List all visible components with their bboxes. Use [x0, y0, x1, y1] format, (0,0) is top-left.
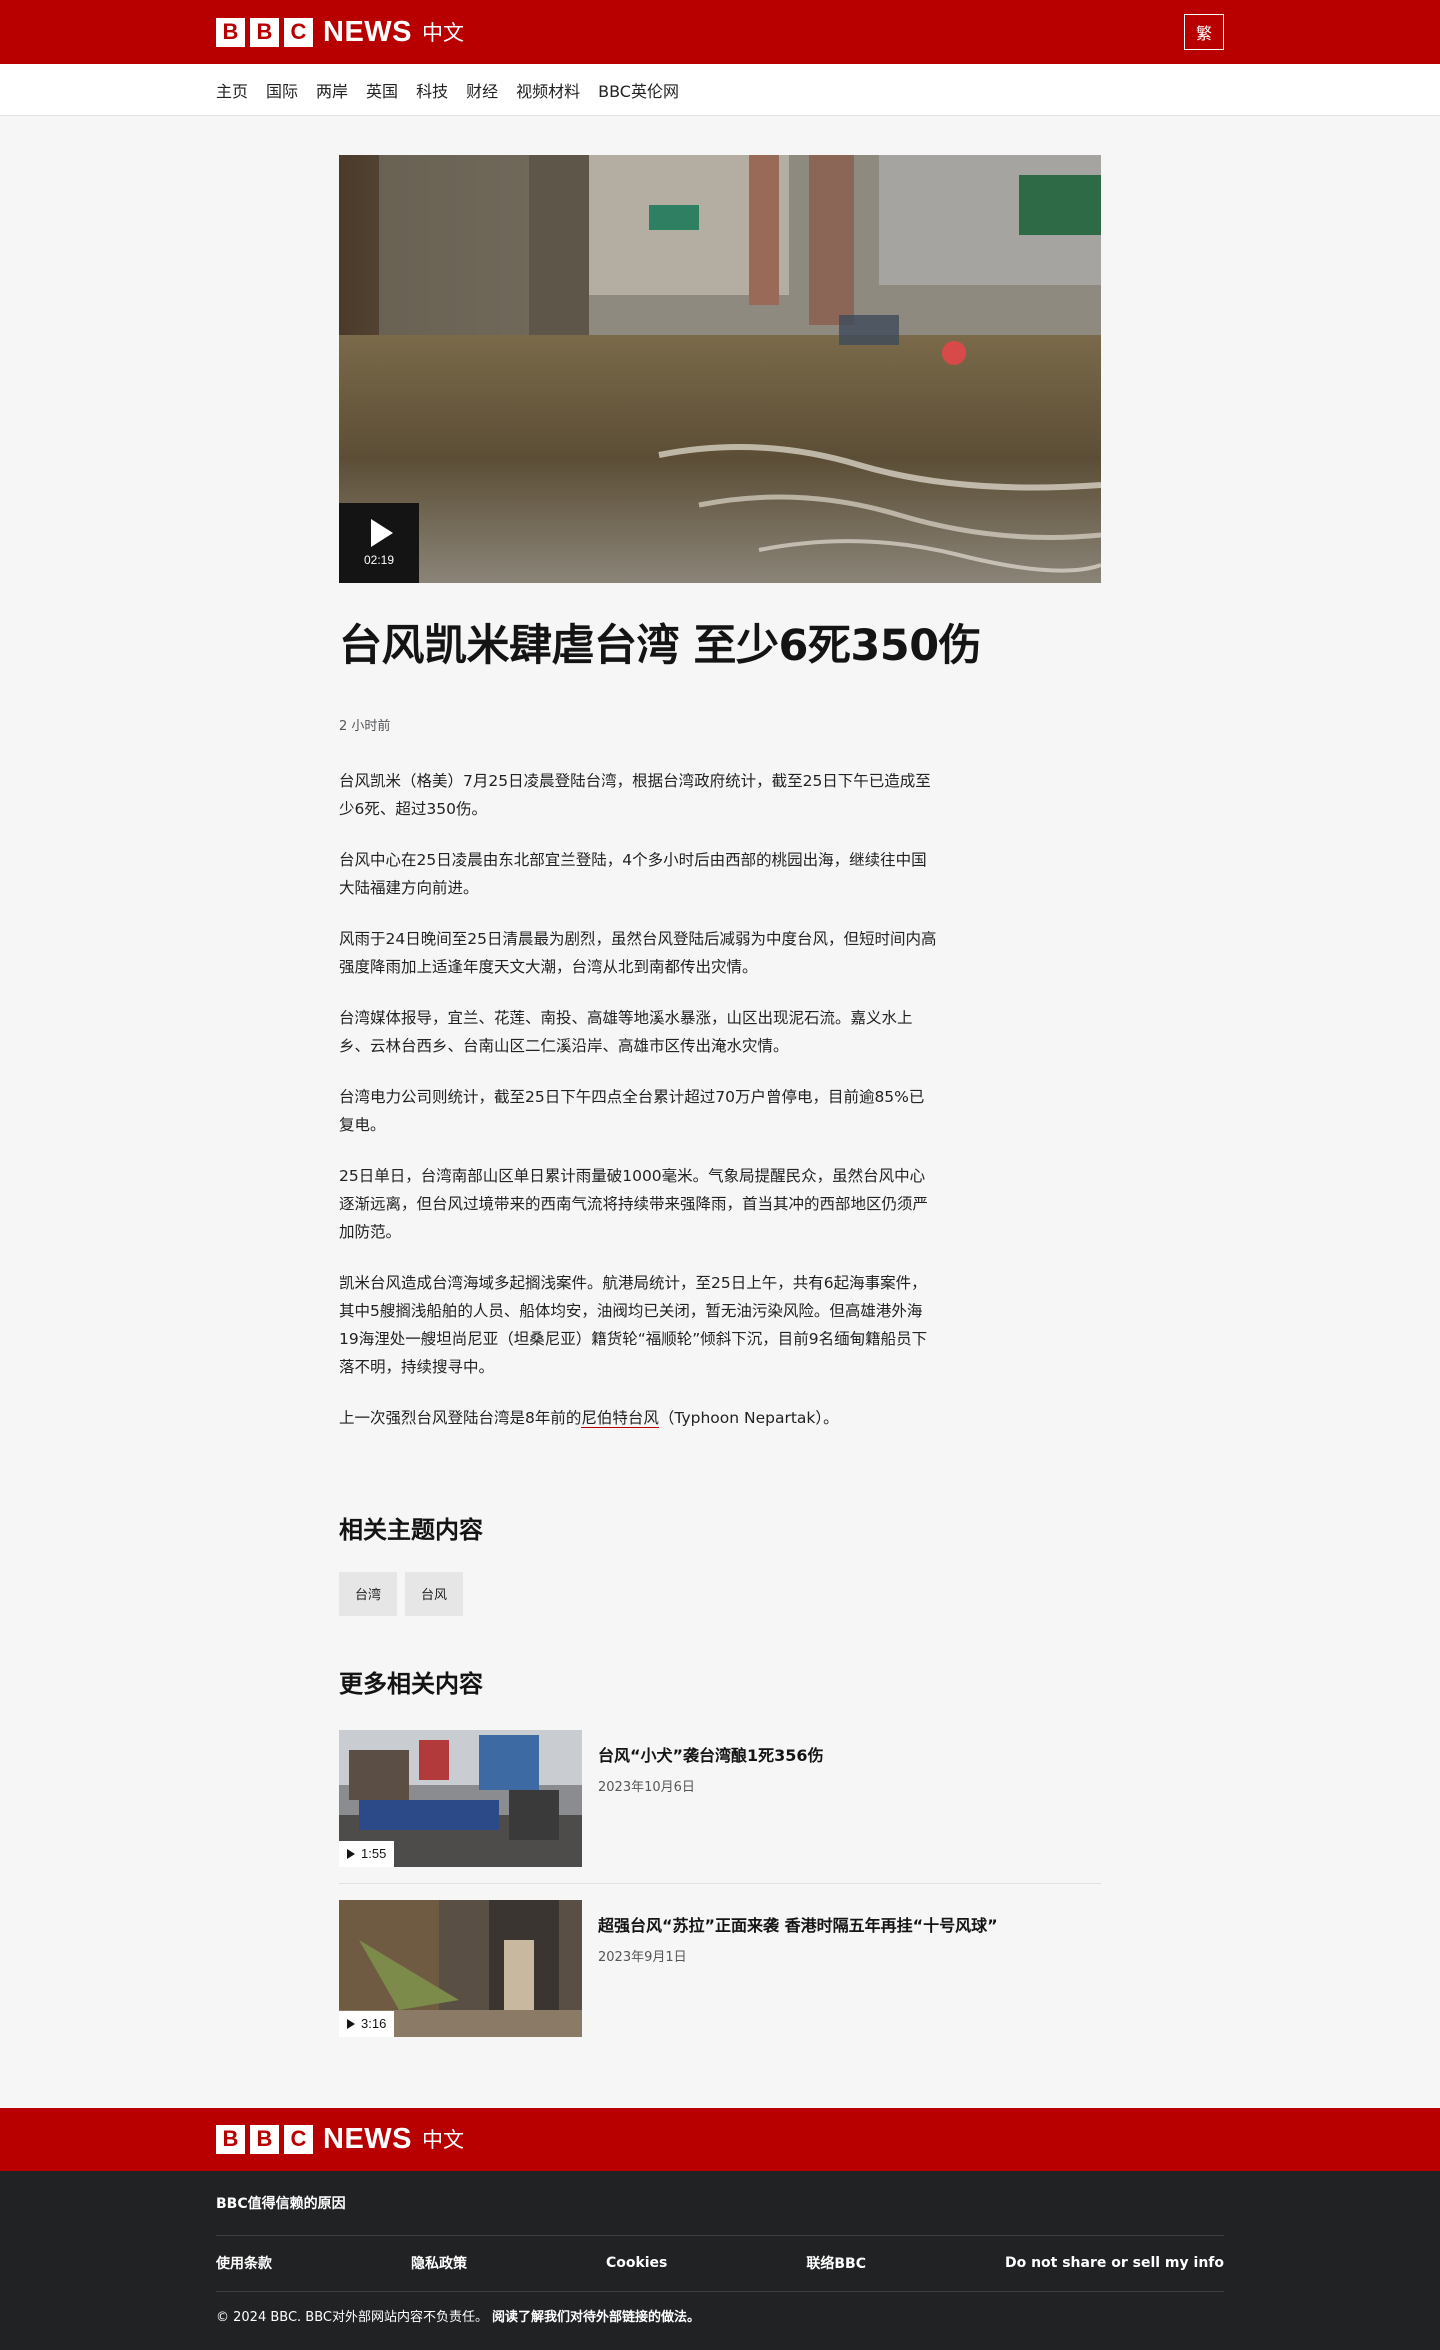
topic-tag-typhoon[interactable]: 台风	[405, 1571, 464, 1616]
paragraph-text: 上一次强烈台风登陆台湾是8年前的	[339, 1408, 582, 1427]
terms-link[interactable]: 使用条款	[216, 2253, 272, 2273]
brand-bar: B B C NEWS 中文 繁	[0, 0, 1440, 64]
story-duration: 3:16	[361, 2016, 387, 2032]
footer-bbc-news-logo[interactable]: B B C NEWS 中文	[216, 2123, 464, 2156]
article-paragraph: 凯米台风造成台湾海域多起搁浅案件。航港局统计，至25日上午，共有6起海事案件，其…	[339, 1273, 928, 1376]
privacy-link[interactable]: 隐私政策	[411, 2253, 467, 2273]
why-trust-bbc-link[interactable]: BBC值得信赖的原因	[216, 2171, 1224, 2236]
article-paragraph: 台湾媒体报导，宜兰、花莲、南投、高雄等地溪水暴涨，山区出现泥石流。嘉义水上乡、云…	[339, 1008, 913, 1055]
logo-news-word: NEWS	[323, 15, 412, 48]
article-paragraph: 风雨于24日晚间至25日清晨最为剧烈，虽然台风登陆后减弱为中度台风，但短时间内高…	[339, 929, 937, 976]
section-nav: 主页 国际 两岸 英国 科技 财经 视频材料 BBC英伦网	[0, 64, 1440, 116]
page-footer: B B C NEWS 中文 BBC值得信赖的原因 使用条款 隐私政策 Cooki…	[0, 2107, 1440, 2350]
related-story[interactable]: 3:16 超强台风“苏拉”正面来袭 香港时隔五年再挂“十号风球” 2023年9月…	[339, 1899, 1101, 2053]
logo-language: 中文	[422, 2128, 464, 2153]
nav-item-cross-strait[interactable]: 两岸	[316, 78, 348, 102]
contact-link[interactable]: 联络BBC	[806, 2253, 866, 2273]
story-title[interactable]: 台风“小犬”袭台湾酿1死356伤	[598, 1742, 824, 1766]
play-icon	[347, 1848, 355, 1859]
story-video-badge: 1:55	[339, 1840, 395, 1867]
play-icon	[347, 2018, 355, 2029]
paragraph-text: （Typhoon Nepartak）。	[658, 1408, 839, 1427]
nepartak-link[interactable]: 尼伯特台风	[581, 1408, 659, 1428]
logo-letter: B	[216, 17, 245, 47]
logo-letter: B	[250, 2124, 279, 2154]
article-timestamp: 2 小时前	[339, 718, 391, 734]
nav-item-tech[interactable]: 科技	[416, 78, 448, 102]
more-content-title: 更多相关内容	[339, 1669, 483, 1698]
story-thumbnail[interactable]: 3:16	[339, 1899, 582, 2037]
copyright-line: © 2024 BBC. BBC对外部网站内容不负责任。 阅读了解我们对待外部链接…	[216, 2292, 1224, 2340]
logo-letter: C	[284, 2124, 313, 2154]
topic-tags: 台湾 台风	[339, 1571, 1101, 1616]
footer-brand-bar: B B C NEWS 中文	[0, 2107, 1440, 2171]
related-topics-title: 相关主题内容	[339, 1515, 483, 1544]
video-duration: 02:19	[363, 553, 395, 567]
nav-item-business[interactable]: 财经	[466, 78, 498, 102]
footer-links-area: BBC值得信赖的原因 使用条款 隐私政策 Cookies 联络BBC Do no…	[0, 2170, 1440, 2350]
play-icon	[371, 519, 393, 547]
nav-item-uk[interactable]: 英国	[366, 78, 398, 102]
article-paragraph-last: 上一次强烈台风登陆台湾是8年前的尼伯特台风（Typhoon Nepartak）。	[339, 1404, 939, 1432]
topic-tag-taiwan[interactable]: 台湾	[339, 1571, 398, 1616]
logo-language: 中文	[422, 21, 464, 45]
hero-video[interactable]: 02:19	[339, 155, 1101, 583]
article-body: 台风凯米（格美）7月25日凌晨登陆台湾，根据台湾政府统计，截至25日下午已造成至…	[339, 767, 939, 1432]
footer-links: 使用条款 隐私政策 Cookies 联络BBC Do not share or …	[216, 2236, 1224, 2292]
video-play-button[interactable]: 02:19	[339, 503, 419, 583]
article-paragraph: 台风凯米（格美）7月25日凌晨登陆台湾，根据台湾政府统计，截至25日下午已造成至…	[339, 771, 931, 818]
cookies-link[interactable]: Cookies	[606, 2255, 667, 2271]
external-link-policy-link[interactable]: 阅读了解我们对待外部链接的做法。	[492, 2306, 700, 2325]
copyright-text: © 2024 BBC. BBC对外部网站内容不负责任。	[216, 2310, 488, 2326]
story-video-badge: 3:16	[339, 2010, 395, 2037]
story-date: 2023年10月6日	[598, 1779, 695, 1795]
traditional-script-toggle[interactable]: 繁	[1184, 14, 1224, 50]
related-stories: 1:55 台风“小犬”袭台湾酿1死356伤 2023年10月6日 3:16 超强…	[339, 1729, 1101, 2053]
article-paragraph: 25日单日，台湾南部山区单日累计雨量破1000毫米。气象局提醒民众，虽然台风中心…	[339, 1166, 929, 1241]
nav-item-bbc-uk-china[interactable]: BBC英伦网	[598, 78, 679, 102]
bbc-news-logo[interactable]: B B C NEWS 中文	[216, 16, 464, 49]
story-date: 2023年9月1日	[598, 1949, 687, 1965]
related-story[interactable]: 1:55 台风“小犬”袭台湾酿1死356伤 2023年10月6日	[339, 1729, 1101, 1884]
logo-letter: C	[284, 17, 313, 47]
article-headline: 台风凯米肆虐台湾 至少6死350伤	[339, 621, 982, 671]
article-paragraph: 台湾电力公司则统计，截至25日下午四点全台累计超过70万户曾停电，目前逾85%已…	[339, 1087, 925, 1134]
story-thumbnail[interactable]: 1:55	[339, 1729, 582, 1867]
nav-item-video[interactable]: 视频材料	[516, 78, 580, 102]
logo-news-word: NEWS	[323, 2122, 412, 2155]
logo-letter: B	[216, 2124, 245, 2154]
flooded-street-image	[339, 155, 1101, 583]
do-not-sell-link[interactable]: Do not share or sell my info	[1005, 2255, 1224, 2271]
nav-item-world[interactable]: 国际	[266, 78, 298, 102]
logo-letter: B	[250, 17, 279, 47]
nav-item-home[interactable]: 主页	[216, 78, 248, 102]
article-paragraph: 台风中心在25日凌晨由东北部宜兰登陆，4个多小时后由西部的桃园出海，继续往中国大…	[339, 850, 927, 897]
story-title[interactable]: 超强台风“苏拉”正面来袭 香港时隔五年再挂“十号风球”	[598, 1912, 998, 1936]
article: 02:19 台风凯米肆虐台湾 至少6死350伤 2 小时前 台风凯米（格美）7月…	[339, 116, 1101, 2053]
story-duration: 1:55	[361, 1846, 387, 1862]
